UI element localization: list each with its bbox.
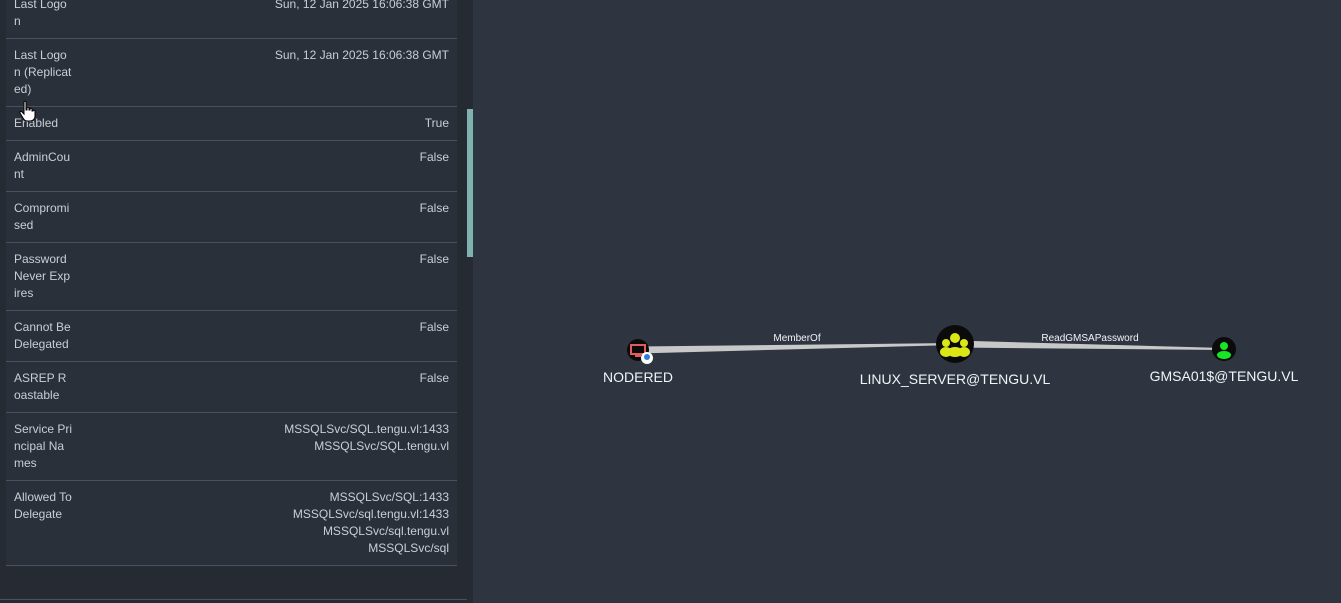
node-properties-panel: Last Logon Sun, 12 Jan 2025 16:06:38 GMT L… xyxy=(0,0,473,603)
property-row: Last Logon Sun, 12 Jan 2025 16:06:38 GMT xyxy=(6,0,457,39)
property-row: Service Principal Names MSSQLSvc/SQL.teng… xyxy=(6,413,457,481)
property-value: False xyxy=(420,319,449,353)
property-value-line: MSSQLSvc/sql.tengu.vl:1433 xyxy=(292,507,449,521)
property-label: Last Logon xyxy=(14,0,67,28)
property-value-line: False xyxy=(419,252,449,266)
property-row: ASREP Roastable False xyxy=(6,362,457,413)
node-circle[interactable] xyxy=(936,325,974,363)
edge-label[interactable]: ReadGMSAPassword xyxy=(1041,333,1138,344)
property-row: Enabled True xyxy=(6,107,457,141)
property-value-line: False xyxy=(419,320,449,334)
node-label[interactable]: NODERED xyxy=(603,369,673,385)
property-row: Cannot Be Delegated False xyxy=(6,311,457,362)
property-value: True xyxy=(425,115,449,132)
edge-memberof[interactable] xyxy=(637,343,956,354)
property-value-line: MSSQLSvc/SQL.tengu.vl xyxy=(314,439,449,453)
property-row: AdminCount False xyxy=(6,141,457,192)
node-label[interactable]: GMSA01$@TENGU.VL xyxy=(1150,368,1299,384)
property-value-line: Sun, 12 Jan 2025 16:06:38 GMT xyxy=(274,48,449,62)
property-label: Compromised xyxy=(14,201,70,232)
property-label: Password Never Expires xyxy=(14,252,71,300)
properties-table: Last Logon Sun, 12 Jan 2025 16:06:38 GMT L… xyxy=(6,0,457,566)
property-row: Last Logon (Replicated) Sun, 12 Jan 2025 … xyxy=(6,39,457,107)
property-value: False xyxy=(420,370,449,404)
property-label: Cannot Be Delegated xyxy=(14,320,71,351)
panel-divider xyxy=(0,599,467,600)
node-gmsa01[interactable] xyxy=(1212,337,1236,361)
property-label: ASREP Roastable xyxy=(14,371,67,402)
property-value: False xyxy=(420,200,449,234)
hand-cursor-icon xyxy=(19,100,36,122)
property-label: Last Logon (Replicated) xyxy=(14,48,72,96)
property-row: Compromised False xyxy=(6,192,457,243)
property-row: Password Never Expires False xyxy=(6,243,457,311)
property-value: Sun, 12 Jan 2025 16:06:38 GMT xyxy=(275,0,449,30)
property-value-line: MSSQLSvc/sql.tengu.vl xyxy=(322,524,449,538)
property-value: False xyxy=(420,149,449,183)
property-value-line: MSSQLSvc/SQL.tengu.vl:1433 xyxy=(284,422,449,436)
graph-canvas[interactable]: MemberOf ReadGMSAPassword NODERED LINUX_SER… xyxy=(473,0,1341,603)
property-label: Allowed To Delegate xyxy=(14,490,72,521)
property-row: Allowed To Delegate MSSQLSvc/SQL:1433 MSSQ… xyxy=(6,481,457,566)
node-linux_server[interactable] xyxy=(936,325,974,363)
app-window: Last Logon Sun, 12 Jan 2025 16:06:38 GMT L… xyxy=(0,0,1341,603)
property-label: AdminCount xyxy=(14,150,71,181)
property-value: Sun, 12 Jan 2025 16:06:38 GMT xyxy=(275,47,449,98)
property-value-line: MSSQLSvc/SQL:1433 xyxy=(329,490,449,504)
edge-label[interactable]: MemberOf xyxy=(773,333,820,344)
property-value: False xyxy=(420,251,449,302)
property-value: MSSQLSvc/SQL:1433 MSSQLSvc/sql.tengu.vl:1… xyxy=(293,489,449,557)
property-value: MSSQLSvc/SQL.tengu.vl:1433 MSSQLSvc/SQL.t… xyxy=(284,421,449,472)
node-label[interactable]: LINUX_SERVER@TENGU.VL xyxy=(860,371,1051,387)
graph-svg xyxy=(627,325,1236,364)
property-label: Service Principal Names xyxy=(14,422,73,470)
property-value-line: False xyxy=(419,150,449,164)
property-value-line: MSSQLSvc/sql xyxy=(368,541,449,555)
property-value-line: Sun, 12 Jan 2025 16:06:38 GMT xyxy=(274,0,449,11)
property-value-line: False xyxy=(419,371,449,385)
property-value-line: False xyxy=(419,201,449,215)
property-value-line: True xyxy=(424,116,449,130)
